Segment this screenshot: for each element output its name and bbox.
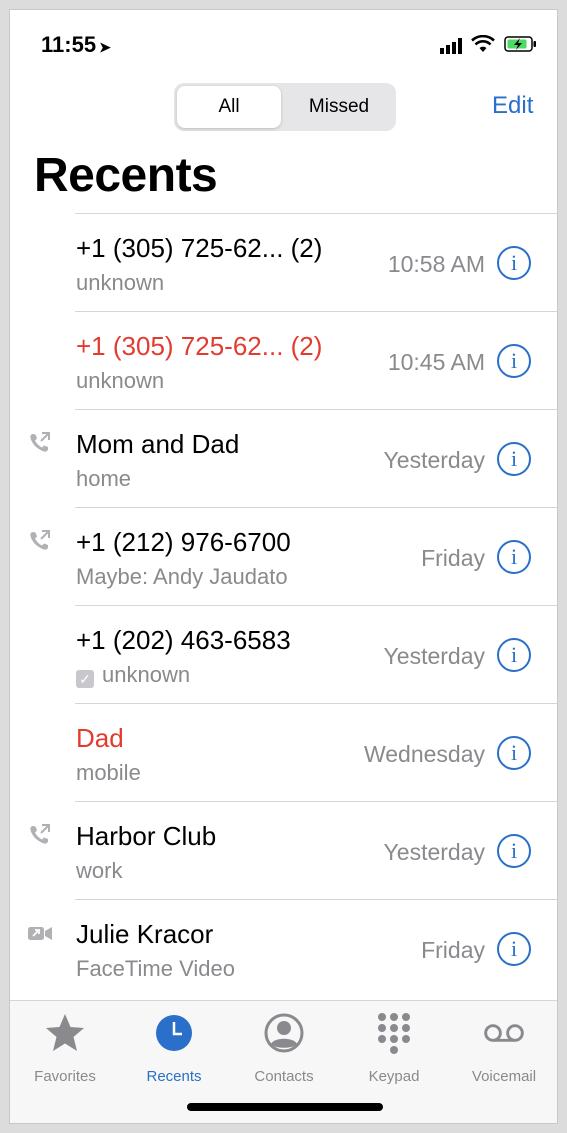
tab-label: Voicemail <box>471 1068 537 1085</box>
tab-label: Keypad <box>368 1068 420 1085</box>
caller-detail: unknown <box>76 368 165 393</box>
segment-missed[interactable]: Missed <box>284 86 394 128</box>
caller-detail: ✓ unknown <box>76 662 190 688</box>
call-time: Friday <box>421 545 485 571</box>
filter-segmented-control: All Missed <box>174 83 396 131</box>
recents-list: +1 (305) 725-62... (2) unknown 10:58 AM … <box>10 213 557 997</box>
caller-name: Dad <box>76 723 124 753</box>
info-icon[interactable]: i <box>497 932 531 966</box>
tab-keypad[interactable]: Keypad <box>339 1011 449 1085</box>
page-title: Recents <box>34 149 218 202</box>
facetime-video-icon <box>28 927 52 940</box>
info-icon[interactable]: i <box>497 638 531 672</box>
caller-detail: Maybe: Andy Jaudato <box>76 564 288 589</box>
caller-detail: work <box>76 858 123 883</box>
call-time: Yesterday <box>383 643 485 669</box>
call-time: 10:45 AM <box>387 349 485 375</box>
info-icon[interactable]: i <box>497 540 531 574</box>
call-row[interactable]: +1 (212) 976-6700 Maybe: Andy Jaudato Fr… <box>30 507 557 605</box>
clock-text: 11:55 <box>41 32 97 57</box>
caller-detail: unknown <box>76 270 165 295</box>
star-icon <box>46 1014 84 1051</box>
caller-detail: home <box>76 466 132 491</box>
call-row[interactable]: Dad mobile Wednesday i <box>75 703 557 801</box>
tab-label: Favorites <box>34 1068 96 1085</box>
info-icon[interactable]: i <box>497 442 531 476</box>
segment-all[interactable]: All <box>177 86 281 128</box>
call-time: 10:58 AM <box>387 251 485 277</box>
tab-contacts[interactable]: Contacts <box>229 1011 339 1085</box>
caller-name: Harbor Club <box>76 821 217 851</box>
caller-detail: FaceTime Video <box>76 956 235 981</box>
person-circle-icon <box>264 1013 304 1053</box>
call-row[interactable]: +1 (305) 725-62... (2) unknown 10:45 AM … <box>75 311 557 409</box>
location-arrow-icon: ➤ <box>99 39 111 55</box>
call-row[interactable]: Harbor Club work Yesterday i <box>30 801 557 899</box>
info-icon[interactable]: i <box>497 834 531 868</box>
wifi-icon <box>471 35 495 52</box>
call-time: Friday <box>421 937 485 963</box>
clock-icon <box>156 1015 192 1051</box>
info-icon[interactable]: i <box>497 736 531 770</box>
checkmark-icon: ✓ <box>76 670 94 688</box>
caller-name: +1 (212) 976-6700 <box>76 527 291 557</box>
caller-name: +1 (305) 725-62... (2) <box>76 233 323 263</box>
call-time: Yesterday <box>383 839 485 865</box>
call-row[interactable]: +1 (305) 725-62... (2) unknown 10:58 AM … <box>75 213 557 311</box>
call-row[interactable]: Julie Kracor FaceTime Video Friday i <box>28 899 557 997</box>
caller-name: +1 (202) 463-6583 <box>76 625 291 655</box>
caller-name: +1 (305) 725-62... (2) <box>76 331 323 361</box>
tab-recents[interactable]: Recents <box>119 1011 229 1085</box>
keypad-icon <box>378 1013 410 1054</box>
tab-label: Contacts <box>254 1068 314 1085</box>
outgoing-call-icon <box>30 530 50 550</box>
call-time: Wednesday <box>363 741 485 767</box>
tab-favorites[interactable]: Favorites <box>10 1011 120 1085</box>
call-time: Yesterday <box>383 447 485 473</box>
caller-detail-text: unknown <box>102 662 191 687</box>
outgoing-call-icon <box>30 824 50 844</box>
call-row[interactable]: +1 (202) 463-6583 ✓ unknown Yesterday i <box>75 605 557 703</box>
outgoing-call-icon <box>30 432 50 452</box>
cellular-signal-icon <box>440 38 462 54</box>
tab-voicemail[interactable]: Voicemail <box>449 1011 557 1085</box>
info-icon[interactable]: i <box>497 246 531 280</box>
tab-label: Recents <box>146 1068 202 1085</box>
status-bar: 11:55 ➤ <box>10 10 557 70</box>
caller-detail: mobile <box>76 760 141 785</box>
caller-name: Mom and Dad <box>76 429 240 459</box>
caller-name: Julie Kracor <box>76 919 214 949</box>
call-row[interactable]: Mom and Dad home Yesterday i <box>30 409 557 507</box>
phone-screen: 11:55 ➤ All Missed Edit Recents +1 (305) … <box>9 9 558 1124</box>
home-indicator[interactable] <box>187 1103 383 1111</box>
info-icon[interactable]: i <box>497 344 531 378</box>
status-time: 11:55 ➤ <box>41 32 111 58</box>
edit-button[interactable]: Edit <box>492 92 533 120</box>
voicemail-icon <box>484 1024 524 1042</box>
battery-charging-icon <box>504 36 536 52</box>
